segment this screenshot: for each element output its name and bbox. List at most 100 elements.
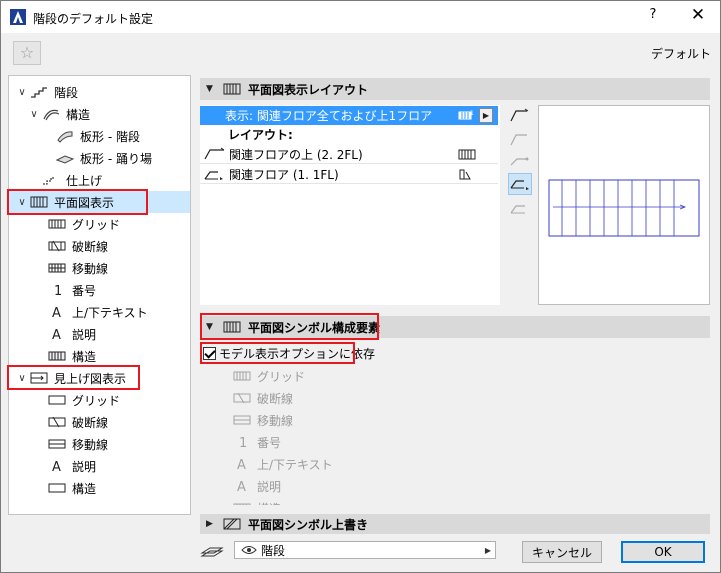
svg-text:A: A [52,306,61,320]
tree-item-label: 構造 [72,349,97,364]
eye-icon [241,546,257,554]
chevron-down-icon[interactable]: ∨ [27,109,41,120]
symbol-type-button[interactable] [508,151,532,173]
highlight-box [7,365,140,390]
highlight-box [200,342,355,364]
layers-icon[interactable] [200,540,224,560]
symbol-row-up-down-text: A 上/下テキスト [232,453,333,475]
layout-row-above[interactable]: 関連フロアの上 (2. 2FL) [200,145,498,164]
svg-text:A: A [52,460,61,474]
text-a-icon: A [52,460,61,474]
display-row[interactable]: 表示: 関連フロア全ておよび上1フロア 1 ▶ [200,106,498,125]
stair-default-settings-dialog: 階段のデフォルト設定 ? ✕ ☆ デフォルト ∨ 階段 ∨ 構造 板形 - 階段… [0,0,721,573]
tree-item-structure-plan[interactable]: 構造 [9,345,190,367]
svg-text:A: A [237,458,246,472]
tree-item-rcp-structure[interactable]: 構造 [9,477,190,499]
dropdown-arrow-icon: ▶ [484,545,491,555]
archicad-app-icon [10,9,26,25]
tree-item-label: グリッド [72,217,121,232]
structure-grid-icon [233,503,251,505]
tree-item-label: 構造 [72,481,97,496]
layout-row-label: 関連フロア (1. 1FL) [229,167,339,182]
tree-item-number[interactable]: 1 番号 [9,279,190,301]
stair-break-symbol-icon [510,157,529,166]
tree-item-structure[interactable]: ∨ 構造 [9,103,190,125]
layout-list: 表示: 関連フロア全ておよび上1フロア 1 ▶ レイアウト: 関連フロアの上 (… [200,105,500,305]
tree-item-slab-stair[interactable]: 板形 - 階段 [9,125,190,147]
stair-up-symbol-icon [510,108,529,122]
svg-text:A: A [237,480,246,494]
symbol-row-break-line: 破断線 [232,387,293,409]
symbol-row-label: 上/下テキスト [257,457,333,472]
svg-text:1: 1 [54,284,62,298]
stair-current-symbol-icon [204,171,223,180]
tree-item-walking-line[interactable]: 移動線 [9,257,190,279]
text-a-icon: A [237,480,246,494]
section-header-layout[interactable]: ▼ 平面図表示レイアウト [200,78,710,100]
structure-icon [43,109,60,121]
tree-item-grid[interactable]: グリッド [9,213,190,235]
tree-item-break-line[interactable]: 破断線 [9,235,190,257]
layout-header-label: レイアウト: [228,128,293,142]
symbol-type-button-active[interactable] [508,173,532,195]
tree-item-label: 移動線 [72,437,109,452]
tree-item-rcp-description[interactable]: A 説明 [9,455,190,477]
tree-item-stair[interactable]: ∨ 階段 [9,81,190,103]
symbol-type-button[interactable] [508,129,532,151]
symbol-type-button[interactable] [508,197,532,219]
stair-up-disabled-icon [510,134,527,146]
tree-item-label: 構造 [66,107,91,122]
structure-outline-icon [48,483,66,493]
number-icon: 1 [54,284,62,298]
section-title: 平面図シンボル上書き [248,517,369,532]
tree-item-label: 説明 [72,327,97,342]
tree-item-up-down-text[interactable]: A 上/下テキスト [9,301,190,323]
stair-below-symbol-icon [510,205,525,214]
tree-item-slab-landing[interactable]: 板形 - 踊り場 [9,147,190,169]
svg-text:A: A [52,328,61,342]
symbol-row-walking-line: 移動線 [232,409,293,431]
tree-item-label: グリッド [72,393,121,408]
tree-item-description[interactable]: A 説明 [9,323,190,345]
symbol-row-label: 説明 [257,479,282,494]
chevron-down-icon[interactable]: ∨ [15,87,29,98]
bottom-bar: 階段 ▶ キャンセル OK [200,534,710,564]
grid-outline-icon [48,395,66,405]
help-button[interactable]: ? [641,7,665,27]
layer-combo[interactable]: 階段 ▶ [234,541,496,559]
section-header-symbol-override[interactable]: ▶ 平面図シンボル上書き [200,514,710,534]
settings-tree: ∨ 階段 ∨ 構造 板形 - 階段 板形 - 踊り場 仕上げ ∨ 平面図表示 グ… [8,75,191,515]
symbol-row-label: 移動線 [257,413,294,428]
symbol-preview [538,105,710,305]
break-line-icon [48,240,66,252]
symbol-components-list: グリッド 破断線 移動線 1 番号 A 上/下テキスト A 説明 構造 [200,365,710,505]
symbol-row-label: 構造 [257,500,281,506]
tree-item-rcp-walking-line[interactable]: 移動線 [9,433,190,455]
structure-grid-icon [48,351,66,361]
grid-icon [48,219,66,229]
text-a-icon: A [52,328,61,342]
tree-item-label: 階段 [54,85,79,100]
cancel-button[interactable]: キャンセル [522,541,602,563]
layout-row-current[interactable]: 関連フロア (1. 1FL) [200,165,498,184]
tree-item-rcp-break-line[interactable]: 破断線 [9,411,190,433]
favorites-button[interactable]: ☆ [13,41,41,65]
highlight-box [7,189,148,215]
close-button[interactable]: ✕ [685,5,711,29]
symbol-type-button[interactable] [508,105,532,127]
svg-text:1: 1 [239,436,247,450]
tree-item-label: 説明 [72,459,97,474]
tree-item-rcp-grid[interactable]: グリッド [9,389,190,411]
tree-item-finish[interactable]: 仕上げ [9,169,190,191]
slab-stair-icon [57,131,73,143]
ok-button[interactable]: OK [621,541,705,563]
finish-icon [43,177,55,185]
symbol-row-structure: 構造 [232,497,281,505]
walking-line-icon [48,439,66,449]
star-icon: ☆ [19,43,35,62]
dialog-title: 階段のデフォルト設定 [33,12,154,26]
display-dropdown-arrow[interactable]: ▶ [479,108,493,123]
text-a-icon: A [237,458,246,472]
default-label: デフォルト [650,47,711,61]
symbol-row-label: 破断線 [257,391,294,406]
